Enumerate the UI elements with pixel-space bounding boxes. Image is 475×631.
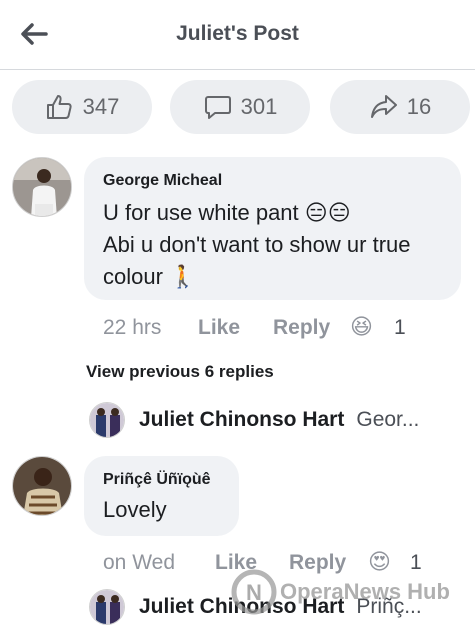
thumbs-up-icon	[46, 95, 72, 119]
svg-text:N: N	[246, 580, 262, 605]
reply-label: Reply	[273, 316, 331, 339]
opera-news-logo-icon: N	[231, 569, 277, 615]
like-label: Like	[198, 316, 241, 339]
watermark: N OperaNews Hub	[228, 566, 450, 618]
reaction-emoji[interactable]: 😆	[350, 314, 373, 340]
avatar[interactable]	[12, 157, 72, 217]
avatar	[89, 589, 125, 625]
comment-text-line: U for use white pant 😑😑	[103, 200, 351, 225]
view-previous-replies-link[interactable]: View previous 6 replies	[86, 362, 274, 382]
comment-icon	[204, 96, 231, 119]
comment-bubble: Priñçê Üñïǫùê Lovely	[84, 456, 239, 536]
comment-author[interactable]: Priñçê Üñïǫùê	[103, 471, 211, 489]
comment-text-line: Lovely	[103, 497, 167, 522]
comment-count-button[interactable]: 301	[170, 80, 310, 134]
post-stats-bar: 347 301 16	[0, 80, 475, 134]
couple-photo-icon	[90, 590, 124, 624]
like-count-button[interactable]: 347	[12, 80, 152, 134]
person-photo-icon	[13, 457, 71, 515]
comment-text-line: colour 🚶	[103, 264, 197, 289]
comment-text-line: Abi u don't want to show ur true	[103, 232, 411, 257]
reply-author: Juliet Chinonso Hart	[139, 408, 345, 431]
watermark-text: OperaNews Hub	[280, 579, 450, 604]
comment-timestamp: 22 hrs	[103, 316, 162, 339]
couple-photo-icon	[90, 403, 124, 437]
share-count: 16	[406, 94, 432, 119]
like-button[interactable]: Like	[198, 316, 240, 340]
reaction-count: 1	[394, 316, 406, 339]
person-photo-icon	[13, 158, 71, 216]
reply-button[interactable]: Reply	[273, 316, 330, 340]
avatar[interactable]	[12, 456, 72, 516]
top-bar: Juliet's Post	[0, 0, 475, 70]
page-title: Juliet's Post	[176, 22, 299, 45]
share-icon	[370, 95, 397, 118]
comment-author[interactable]: George Micheal	[103, 172, 222, 190]
share-count-button[interactable]: 16	[330, 80, 470, 134]
reply-preview[interactable]: Juliet Chinonso Hart Geor...	[89, 402, 459, 438]
comment-count: 301	[240, 94, 278, 119]
reply-preview-text: Geor...	[356, 408, 420, 431]
comment-timestamp: on Wed	[103, 551, 175, 574]
like-count: 347	[82, 94, 120, 119]
avatar	[89, 402, 125, 438]
comment-bubble: George Micheal U for use white pant 😑😑 A…	[84, 157, 461, 300]
